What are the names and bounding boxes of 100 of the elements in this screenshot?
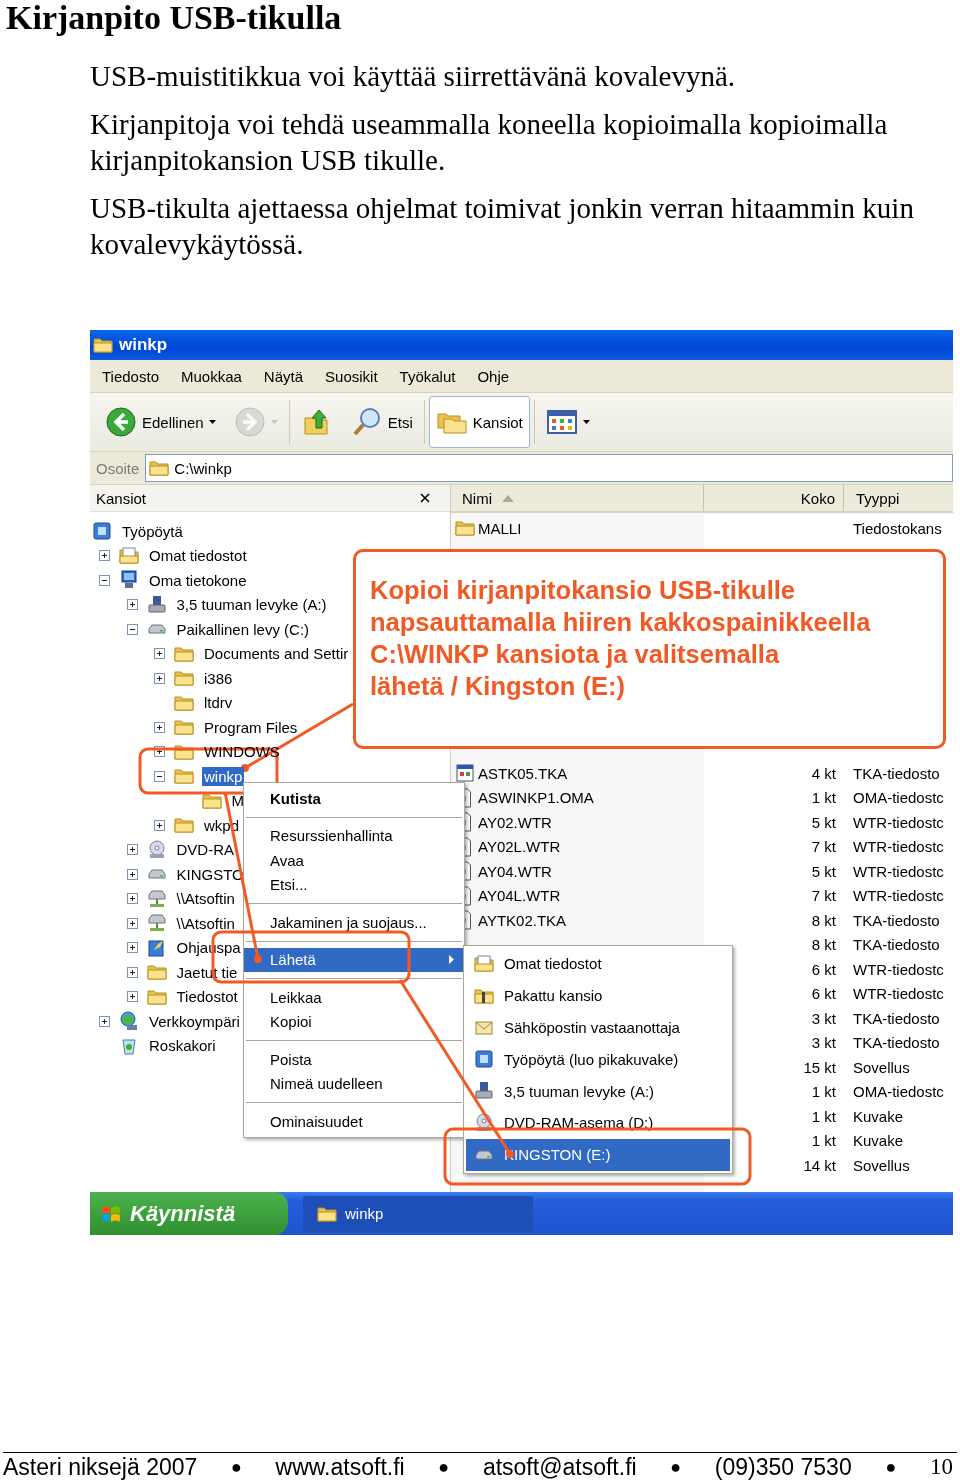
collapse-icon[interactable] [99,574,110,586]
menu-item[interactable]: Kopioi [244,1009,464,1034]
menu-item[interactable]: Nimeä uudelleen [244,1071,464,1096]
file-size: 4 kt [811,764,836,782]
back-button[interactable]: Edellinen [98,396,223,448]
tree-item[interactable]: 3,5 tuuman levyke (A:) [174,595,329,615]
tree-item[interactable]: i386 [202,668,235,688]
menu-item[interactable]: Pakattu kansio [466,979,730,1012]
file-type: WTR-tiedostc [853,838,944,856]
file-type: TKA-tiedosto [853,764,940,782]
expand-icon[interactable] [126,966,138,978]
page-number: 10 [929,1454,953,1480]
file-type: WTR-tiedostc [853,960,944,978]
menu-item[interactable]: Omat tiedostot [466,948,730,980]
menu-item[interactable]: Jakaminen ja suojaus... [244,910,464,935]
file-size: 7 kt [811,887,836,905]
expand-icon[interactable] [154,672,165,684]
floppy-drive-icon [474,1081,494,1102]
menu-item[interactable]: KINGSTON (E:) [466,1138,730,1171]
menu-item[interactable]: Ohje [477,367,510,385]
menu-item[interactable]: Muokkaa [181,367,242,385]
bullet-separator: ● [231,1456,242,1478]
expand-icon[interactable] [99,550,110,562]
folder-icon [174,668,194,689]
expand-icon[interactable] [126,599,138,611]
folder-icon [93,335,113,355]
menu-item[interactable]: Lähetä [244,947,464,972]
file-name[interactable]: AY02.WTR [478,813,552,831]
address-field[interactable]: C:\winkp [145,454,953,482]
expand-icon[interactable] [126,991,138,1003]
expand-icon[interactable] [126,942,138,954]
footer-text: (09)350 7530 [714,1453,852,1481]
menu-item[interactable]: Etsi... [244,872,464,897]
file-name[interactable]: ASTK05.TKA [478,764,568,782]
menu-item[interactable]: DVD-RAM-asema (D:) [466,1107,730,1139]
taskbar-button[interactable]: winkp [303,1195,533,1232]
expand-icon[interactable] [154,648,165,660]
menu-item[interactable]: Työpöytä (luo pikakuvake) [466,1043,730,1076]
bullet-separator: ● [438,1456,450,1478]
file-type: WTR-tiedostc [853,887,944,905]
tree-item[interactable]: Oma tietokone [147,570,249,590]
file-type: OMA-tiedostc [853,1083,944,1101]
file-type: Sovellus [853,1156,910,1174]
file-name[interactable]: MALLI [478,519,522,537]
tree-item[interactable]: Omat tiedostot [147,546,249,566]
tree-item[interactable]: Roskakori [147,1036,218,1056]
menu-item[interactable]: Poista [244,1047,464,1072]
menu-item[interactable]: Avaa [244,848,464,873]
file-name[interactable]: AYTK02.TKA [478,911,567,929]
search-button[interactable]: Etsi [343,396,420,448]
folder-icon [146,962,167,983]
menu-item[interactable]: Sähköpostin vastaanottaja [466,1011,730,1044]
network-drive-icon [146,913,167,934]
expand-icon[interactable] [126,893,138,905]
folder-icon [455,518,475,539]
expand-icon[interactable] [154,746,165,758]
expand-icon[interactable] [126,917,138,929]
tree-item[interactable]: ltdrv [202,693,235,713]
file-name[interactable]: AY04L.WTR [478,887,561,905]
folders-button[interactable]: Kansiot [428,396,530,448]
column-header[interactable]: Nimi [451,485,704,511]
tree-item[interactable]: Tiedostot [174,987,240,1007]
tree-item[interactable]: Documents and Settir [202,644,351,664]
menu-item[interactable]: Leikkaa [244,985,464,1010]
collapse-icon[interactable] [126,623,138,635]
menu-item[interactable]: 3,5 tuuman levyke (A:) [466,1075,730,1107]
expand-icon[interactable] [154,721,165,733]
menu-item[interactable]: Tiedosto [102,367,159,385]
tree-item[interactable]: Työpöytä [120,521,185,541]
tree-item[interactable]: winkp [202,766,245,786]
menu-item[interactable]: Ominaisuudet [244,1109,464,1134]
menu-item[interactable]: Näytä [263,367,304,385]
tree-item[interactable]: DVD-RA [174,840,236,860]
paragraph: USB-muistitikkua voi käyttää siirrettävänä kovalevynä. [90,59,737,94]
collapse-icon[interactable] [154,770,165,782]
expand-icon[interactable] [126,868,138,880]
file-type: WTR-tiedostc [853,985,944,1003]
column-header[interactable]: Tyyppi [844,485,953,511]
close-icon[interactable] [420,493,430,503]
expand-icon[interactable] [126,844,138,856]
menu-item[interactable]: Resurssienhallinta [244,823,464,848]
menu-item[interactable]: Kutista [244,786,464,811]
column-header[interactable]: Koko [704,485,844,511]
file-size: 8 kt [811,936,836,954]
file-name[interactable]: AY02L.WTR [478,838,561,856]
file-name[interactable]: AY04.WTR [478,862,552,880]
expand-icon[interactable] [154,819,165,831]
file-name[interactable]: ASWINKP1.OMA [478,789,594,807]
footer-text: Asteri niksejä 2007 [3,1453,198,1481]
tree-item[interactable]: Paikallinen levy (C:) [174,619,312,639]
menu-item[interactable]: Työkalut [399,367,456,385]
tree-item[interactable]: \\Atsoftin [174,889,237,909]
menu-item[interactable]: Suosikit [325,367,378,385]
tree-item[interactable]: Verkkoympäri [147,1011,242,1031]
tree-item[interactable]: Program Files [202,717,300,737]
expand-icon[interactable] [99,1015,110,1027]
bullet-separator: ● [885,1456,897,1478]
tree-item[interactable]: \\Atsoftin [174,913,237,933]
file-type: TKA-tiedosto [853,1034,940,1052]
file-type: TKA-tiedosto [853,936,940,954]
